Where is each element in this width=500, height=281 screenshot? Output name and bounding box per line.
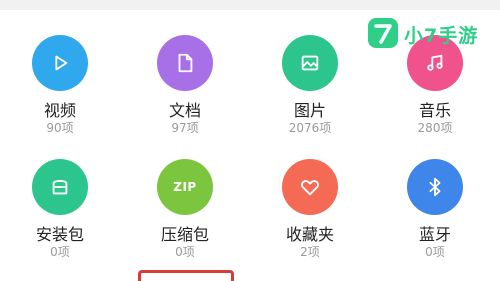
category-count: 2项 [300, 245, 320, 259]
category-label: 音乐 [418, 101, 451, 120]
category-label: 蓝牙 [418, 225, 451, 244]
category-documents[interactable]: 文档 97项 [125, 35, 245, 155]
watermark-text: 小7手游 [404, 25, 479, 47]
play-icon [32, 35, 88, 91]
category-count: 0项 [425, 245, 445, 259]
category-music[interactable]: 音乐 280项 [375, 35, 495, 155]
category-archives[interactable]: ZIP 压缩包 0项 [125, 159, 245, 279]
document-icon [157, 35, 213, 91]
category-count: 0项 [175, 245, 195, 259]
category-count: 2076项 [288, 121, 332, 135]
logo-badge-icon [368, 18, 398, 48]
category-count: 90项 [46, 121, 74, 135]
category-apk[interactable]: 安装包 0项 [0, 159, 120, 279]
category-label: 压缩包 [160, 225, 209, 244]
category-label: 安装包 [35, 225, 84, 244]
category-video[interactable]: 视频 90项 [0, 35, 120, 155]
watermark-logo: 小7手游 [366, 16, 500, 50]
zip-icon: ZIP [157, 159, 213, 215]
category-label: 收藏夹 [285, 225, 334, 244]
category-label: 视频 [43, 101, 76, 120]
category-bluetooth[interactable]: 蓝牙 0项 [375, 159, 495, 279]
image-icon [282, 35, 338, 91]
category-count: 0项 [50, 245, 70, 259]
category-count: 280项 [417, 121, 453, 135]
bluetooth-icon [407, 159, 463, 215]
zip-icon-text: ZIP [173, 180, 197, 194]
package-icon [32, 159, 88, 215]
category-label: 文档 [168, 101, 201, 120]
category-label: 图片 [293, 101, 326, 120]
category-images[interactable]: 图片 2076项 [250, 35, 370, 155]
highlight-box [138, 270, 234, 281]
heart-icon [282, 159, 338, 215]
category-count: 97项 [171, 121, 199, 135]
category-favorites[interactable]: 收藏夹 2项 [250, 159, 370, 279]
